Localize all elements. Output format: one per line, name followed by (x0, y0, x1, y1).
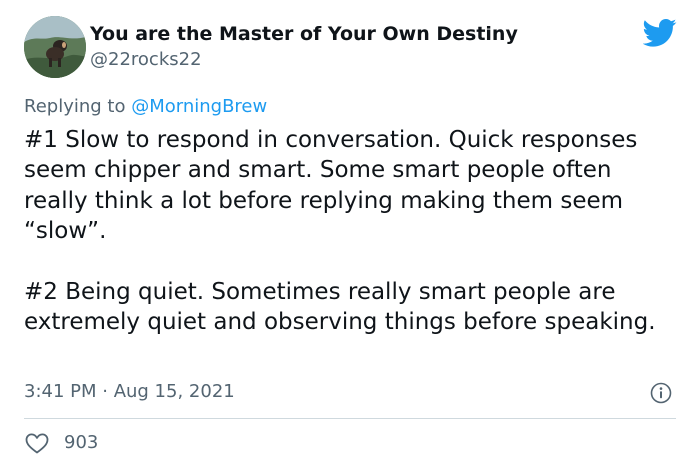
tweet-paragraph-2: #2 Being quiet. Sometimes really smart p… (24, 279, 656, 336)
author-display-name[interactable]: You are the Master of Your Own Destiny (90, 22, 518, 46)
like-button[interactable]: 903 (24, 430, 98, 456)
tweet-card: You are the Master of Your Own Destiny @… (0, 0, 700, 471)
twitter-bird-icon[interactable] (643, 18, 677, 48)
avatar[interactable] (24, 16, 86, 78)
like-count: 903 (64, 432, 99, 453)
divider (24, 418, 676, 419)
tweet-paragraph-1: #1 Slow to respond in conversation. Quic… (24, 127, 638, 245)
tweet-timestamp[interactable]: 3:41 PM · Aug 15, 2021 (24, 380, 235, 404)
author-handle[interactable]: @22rocks22 (90, 49, 202, 71)
replying-to-label: Replying to (24, 96, 132, 117)
heart-icon (25, 433, 49, 454)
avatar-image (24, 16, 86, 78)
replying-to-mention[interactable]: @MorningBrew (131, 96, 267, 117)
replying-to: Replying to @MorningBrew (24, 95, 267, 119)
tweet-text: #1 Slow to respond in conversation. Quic… (24, 125, 674, 338)
info-icon[interactable] (650, 382, 672, 404)
